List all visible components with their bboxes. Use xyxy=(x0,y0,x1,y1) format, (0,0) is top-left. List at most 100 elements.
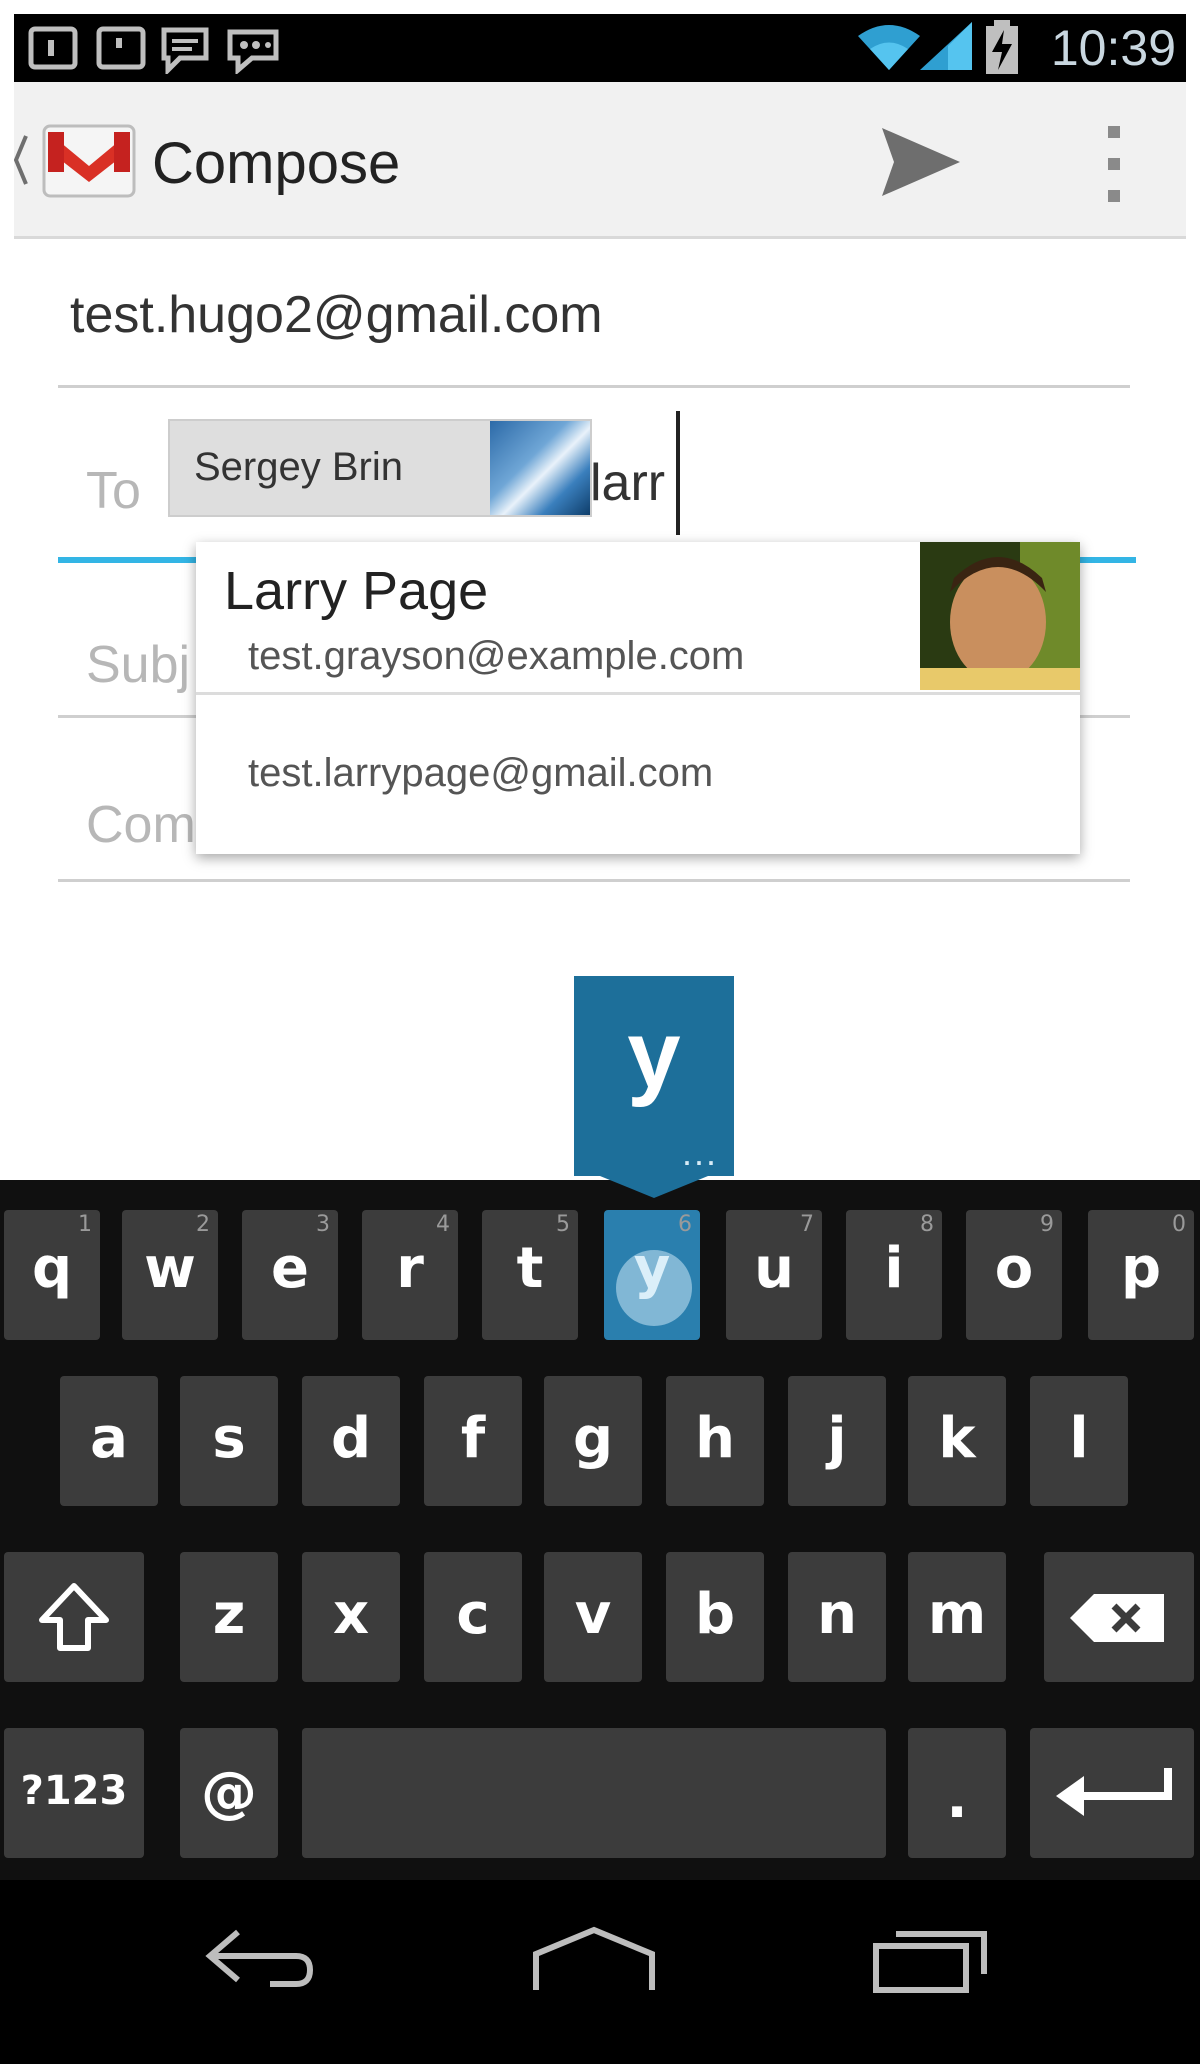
key-label: p xyxy=(1120,1236,1162,1301)
key-w[interactable]: 2 w xyxy=(122,1210,218,1340)
key-s[interactable]: s xyxy=(180,1376,278,1506)
key-hint: 9 xyxy=(1040,1212,1054,1237)
key-label: s xyxy=(212,1406,246,1471)
autocomplete-dropdown: Larry Page test.grayson@example.com test… xyxy=(196,542,1080,854)
key-i[interactable]: 8 i xyxy=(846,1210,942,1340)
suggestion-email: test.grayson@example.com xyxy=(248,634,745,678)
key-u[interactable]: 7 u xyxy=(726,1210,822,1340)
overflow-menu-icon[interactable] xyxy=(1094,122,1134,206)
key-hint: 7 xyxy=(800,1212,814,1237)
key-m[interactable]: m xyxy=(908,1552,1006,1682)
key-label: r xyxy=(396,1236,424,1301)
key-label: z xyxy=(212,1582,246,1647)
from-account[interactable]: test.hugo2@gmail.com xyxy=(70,285,603,345)
key-preview-letter: y xyxy=(627,1001,681,1108)
key-x[interactable]: x xyxy=(302,1552,400,1682)
battery-charging-icon xyxy=(986,20,1018,74)
talk-icon xyxy=(227,29,279,74)
status-time: 10:39 xyxy=(1050,20,1176,76)
key-v[interactable]: v xyxy=(544,1552,642,1682)
key-b[interactable]: b xyxy=(666,1552,764,1682)
back-icon[interactable] xyxy=(200,1924,316,1994)
page-title: Compose xyxy=(152,131,401,196)
key-label: e xyxy=(271,1236,309,1301)
gmail-icon[interactable] xyxy=(40,122,138,200)
key-hint: 6 xyxy=(678,1212,692,1237)
key-label: k xyxy=(938,1406,976,1471)
key-label: i xyxy=(884,1236,904,1301)
key-j[interactable]: j xyxy=(788,1376,886,1506)
key-h[interactable]: h xyxy=(666,1376,764,1506)
to-label: To xyxy=(86,462,141,520)
key-label: n xyxy=(817,1582,857,1647)
key-hint: 1 xyxy=(78,1212,92,1237)
key-label: y xyxy=(633,1236,671,1301)
key-label: j xyxy=(827,1406,847,1471)
screen: 10:39 Compose test.hugo2@gmail.com To Se… xyxy=(0,0,1200,2064)
backspace-icon xyxy=(1070,1594,1164,1642)
key-preview-more: ... xyxy=(681,1132,718,1173)
up-caret-icon[interactable] xyxy=(14,130,28,190)
key-r[interactable]: 4 r xyxy=(362,1210,458,1340)
compose-body-field[interactable]: Com xyxy=(86,795,196,855)
space-key[interactable] xyxy=(302,1728,886,1858)
key-l[interactable]: l xyxy=(1030,1376,1128,1506)
key-c[interactable]: c xyxy=(424,1552,522,1682)
suggestion-item[interactable]: Larry Page test.grayson@example.com xyxy=(196,542,1080,695)
key-label: l xyxy=(1069,1406,1089,1471)
suggestion-name: Larry Page xyxy=(224,561,489,621)
key-a[interactable]: a xyxy=(60,1376,158,1506)
key-y[interactable]: 6 y xyxy=(604,1210,700,1340)
suggestion-item[interactable]: test.larrypage@gmail.com xyxy=(196,695,1080,854)
key-preview-popup: y ... xyxy=(574,976,734,1176)
key-hint: 8 xyxy=(920,1212,934,1237)
recipient-chip[interactable]: Sergey Brin xyxy=(168,419,592,517)
recent-apps-icon[interactable] xyxy=(872,1924,992,1994)
signal-icon xyxy=(920,22,972,70)
key-label: u xyxy=(754,1236,794,1301)
key-o[interactable]: 9 o xyxy=(966,1210,1062,1340)
key-label: a xyxy=(90,1406,128,1471)
subject-field[interactable]: Subj xyxy=(86,635,190,695)
key-p[interactable]: 0 p xyxy=(1088,1210,1194,1340)
key-f[interactable]: f xyxy=(424,1376,522,1506)
key-k[interactable]: k xyxy=(908,1376,1006,1506)
key-q[interactable]: 1 q xyxy=(4,1210,100,1340)
action-bar: Compose xyxy=(14,82,1186,239)
at-key[interactable]: @ xyxy=(180,1728,278,1858)
key-z[interactable]: z xyxy=(180,1552,278,1682)
to-input[interactable]: larr xyxy=(590,453,665,513)
send-icon[interactable] xyxy=(876,122,966,202)
key-label: b xyxy=(694,1582,736,1647)
key-label: f xyxy=(460,1406,486,1471)
recipient-chip-label: Sergey Brin xyxy=(194,445,403,489)
enter-key[interactable] xyxy=(1030,1728,1194,1858)
navigation-bar xyxy=(0,1880,1200,2064)
delete-key[interactable] xyxy=(1044,1552,1194,1682)
key-t[interactable]: 5 t xyxy=(482,1210,578,1340)
key-label: w xyxy=(144,1236,196,1301)
key-n[interactable]: n xyxy=(788,1552,886,1682)
key-label: c xyxy=(456,1582,490,1647)
key-hint: 2 xyxy=(196,1212,210,1237)
key-label: ?123 xyxy=(20,1768,128,1814)
key-hint: 5 xyxy=(556,1212,570,1237)
divider xyxy=(58,879,1130,882)
enter-icon xyxy=(1056,1768,1172,1816)
key-g[interactable]: g xyxy=(544,1376,642,1506)
home-icon[interactable] xyxy=(530,1924,658,1994)
key-label: . xyxy=(946,1766,968,1831)
notification-icon xyxy=(28,26,78,70)
period-key[interactable]: . xyxy=(908,1728,1006,1858)
status-bar: 10:39 xyxy=(14,14,1186,82)
recipient-avatar xyxy=(490,421,590,515)
suggestion-email: test.larrypage@gmail.com xyxy=(248,751,714,795)
shift-key[interactable] xyxy=(4,1552,144,1682)
contact-avatar xyxy=(920,542,1080,690)
symbols-key[interactable]: ?123 xyxy=(4,1728,144,1858)
chat-icon xyxy=(161,27,209,74)
key-d[interactable]: d xyxy=(302,1376,400,1506)
soft-keyboard: 1 q 2 w 3 e 4 r 5 t 6 y 7 u 8 i 9 o 0 p … xyxy=(0,1180,1200,1880)
key-label: @ xyxy=(201,1760,257,1825)
key-e[interactable]: 3 e xyxy=(242,1210,338,1340)
